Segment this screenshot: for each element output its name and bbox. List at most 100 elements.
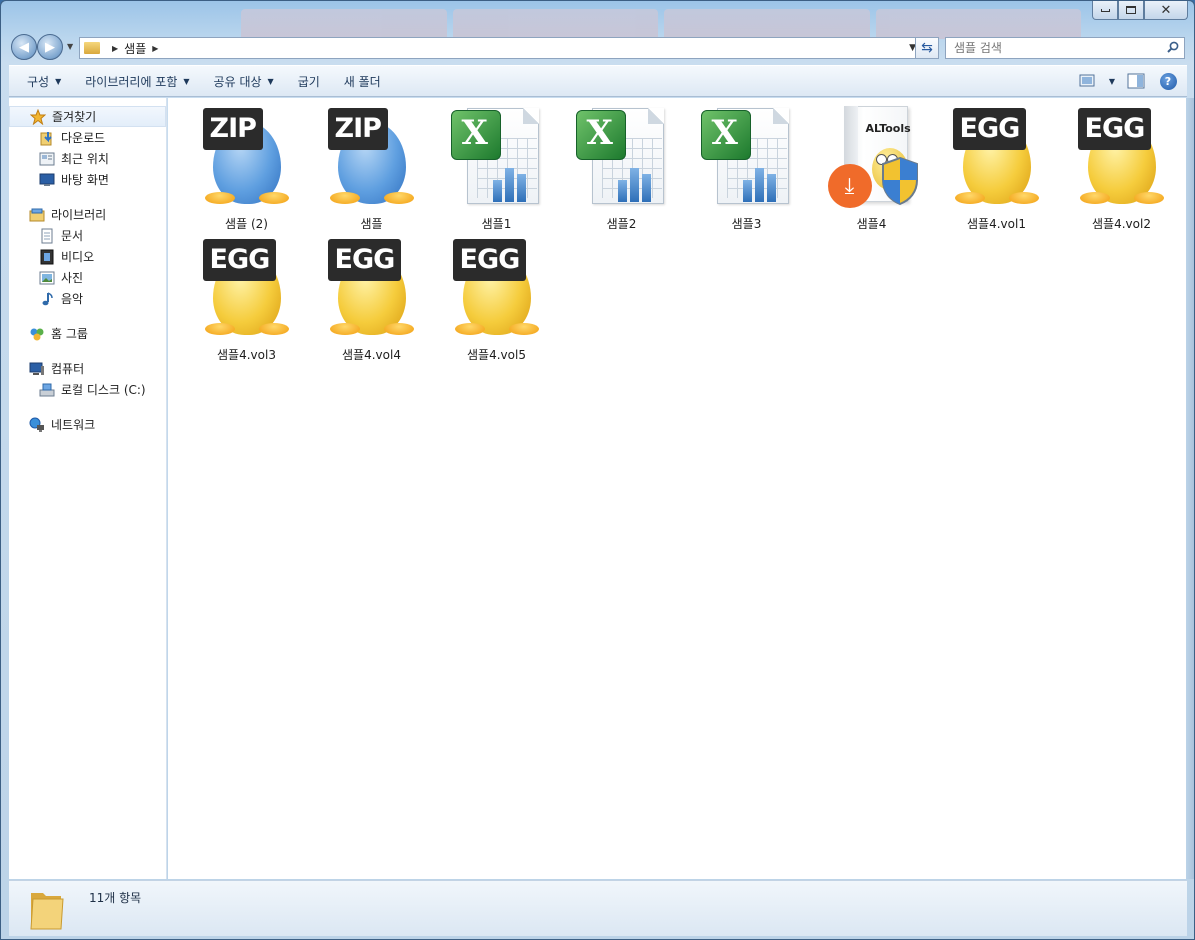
file-item[interactable]: X 샘플2 (559, 104, 684, 235)
excel-badge: X (575, 110, 626, 160)
breadcrumb-item[interactable]: 샘플 (124, 40, 146, 57)
new-folder-button[interactable]: 새 폴더 (332, 69, 393, 93)
file-item[interactable]: X 샘플1 (434, 104, 559, 235)
nav-recent-places[interactable]: 최근 위치 (9, 148, 166, 169)
close-icon: ✕ (1160, 2, 1172, 18)
nav-local-disk[interactable]: 로컬 디스크 (C:) (9, 379, 166, 400)
file-name: 샘플2 (606, 217, 637, 231)
nav-downloads[interactable]: 다운로드 (9, 127, 166, 148)
zip-archive-icon: ZIP (324, 104, 420, 210)
file-grid: ZIP 샘플 (2) ZIP 샘플 X 샘플1 X 샘플2 X 샘플3 ALTo… (184, 104, 1184, 366)
minimize-button[interactable] (1092, 1, 1118, 20)
search-box (945, 37, 1185, 59)
minimize-icon (1100, 8, 1110, 12)
nav-music-label: 음악 (61, 292, 84, 306)
nav-videos[interactable]: 비디오 (9, 246, 166, 267)
egg-archive-icon: EGG (324, 235, 420, 341)
excel-file-icon: X (574, 104, 670, 210)
file-item[interactable]: EGG 샘플4.vol5 (434, 235, 559, 366)
file-name: 샘플4.vol2 (1092, 217, 1151, 231)
file-item[interactable]: EGG 샘플4.vol2 (1059, 104, 1184, 235)
back-button[interactable]: ◀ (11, 34, 37, 60)
chevron-down-icon: ▼ (55, 76, 62, 86)
file-name: 샘플 (2) (225, 217, 268, 231)
close-button[interactable]: ✕ (1144, 1, 1188, 20)
organize-button[interactable]: 구성 ▼ (15, 69, 73, 93)
breadcrumb-chevron-icon[interactable]: ▶ (112, 44, 118, 53)
sheet-bar (641, 174, 651, 202)
star-icon (30, 108, 46, 125)
excel-file-icon: X (449, 104, 545, 210)
file-item[interactable]: X 샘플3 (684, 104, 809, 235)
view-icon (1079, 74, 1095, 87)
include-in-library-label: 라이브러리에 포함 (85, 74, 178, 89)
file-name: 샘플4.vol4 (342, 348, 401, 362)
search-input[interactable] (954, 41, 1154, 55)
nav-computer[interactable]: 컴퓨터 (9, 358, 166, 379)
folder-icon (30, 893, 64, 930)
sheet-bar (504, 168, 514, 202)
computer-group: 컴퓨터 로컬 디스크 (C:) (9, 358, 166, 400)
nav-recent-places-label: 최근 위치 (61, 152, 109, 166)
zip-archive-icon: ZIP (199, 104, 295, 210)
details-pane: 11개 항목 (9, 880, 1187, 936)
nav-favorites-label: 즐겨찾기 (52, 110, 97, 124)
window-right-border (1186, 98, 1194, 879)
file-item[interactable]: ZIP 샘플 (309, 104, 434, 235)
excel-file-icon: X (699, 104, 795, 210)
file-item[interactable]: EGG 샘플4.vol3 (184, 235, 309, 366)
refresh-icon: ⇆ (921, 40, 933, 56)
sheet-bar (617, 180, 627, 202)
file-item[interactable]: EGG 샘플4.vol1 (934, 104, 1059, 235)
help-button[interactable]: ? (1157, 70, 1179, 92)
address-bar[interactable]: ▶ 샘플 ▶ ▼ (79, 37, 939, 59)
nav-pictures[interactable]: 사진 (9, 267, 166, 288)
explorer-window: ✕ ◀ ▶ ▼ ▶ 샘플 ▶ ▼ ⇆ 구성▼ 라이브러리에 포함▼ 공 (0, 0, 1195, 940)
nav-favorites[interactable]: 즐겨찾기 (9, 106, 166, 127)
include-in-library-button[interactable]: 라이브러리에 포함 ▼ (73, 69, 201, 93)
search-icon[interactable] (1167, 41, 1179, 53)
file-type-badge: ZIP (202, 108, 263, 150)
desktop-icon (39, 172, 55, 188)
forward-button[interactable]: ▶ (37, 34, 63, 60)
nav-network[interactable]: 네트워크 (9, 414, 166, 435)
navigation-pane: 즐겨찾기 다운로드 최근 위치 바탕 화면 라이브러리 문서 비디오 사진 음악… (9, 98, 167, 879)
preview-pane-button[interactable] (1125, 70, 1147, 92)
maximize-button[interactable] (1118, 1, 1144, 20)
burn-button[interactable]: 굽기 (286, 69, 332, 93)
file-item[interactable]: ZIP 샘플 (2) (184, 104, 309, 235)
file-name: 샘플4.vol1 (967, 217, 1026, 231)
egg-foot (329, 323, 360, 335)
nav-documents-label: 문서 (61, 229, 84, 243)
file-item[interactable]: EGG 샘플4.vol4 (309, 235, 434, 366)
favorites-group: 즐겨찾기 다운로드 최근 위치 바탕 화면 (9, 106, 166, 190)
nav-music[interactable]: 음악 (9, 288, 166, 309)
egg-foot (258, 323, 289, 335)
navigation-bar: ◀ ▶ ▼ ▶ 샘플 ▶ ▼ ⇆ (9, 33, 1189, 63)
egg-foot (454, 323, 485, 335)
refresh-button[interactable]: ⇆ (915, 37, 939, 59)
change-view-button[interactable] (1077, 70, 1099, 92)
chevron-down-icon: ▼ (267, 76, 274, 86)
breadcrumb-chevron-icon[interactable]: ▶ (152, 44, 158, 53)
file-name: 샘플4 (856, 217, 887, 231)
computer-icon (29, 361, 45, 377)
nav-documents[interactable]: 문서 (9, 225, 166, 246)
nav-desktop[interactable]: 바탕 화면 (9, 169, 166, 190)
nav-homegroup[interactable]: 홈 그룹 (9, 323, 166, 344)
forward-arrow-icon: ▶ (45, 39, 55, 55)
egg-foot (954, 192, 985, 204)
nav-videos-label: 비디오 (61, 250, 95, 264)
file-type-badge: ZIP (327, 108, 388, 150)
file-item[interactable]: ALTools ⤓ 샘플4 (809, 104, 934, 235)
pictures-icon (39, 270, 55, 286)
egg-archive-icon: EGG (1074, 104, 1170, 210)
recent-pages-dropdown[interactable]: ▼ (67, 42, 73, 51)
file-name: 샘플1 (481, 217, 512, 231)
view-options-dropdown[interactable]: ▼ (1109, 77, 1115, 86)
share-with-button[interactable]: 공유 대상 ▼ (202, 69, 286, 93)
egg-archive-icon: EGG (949, 104, 1045, 210)
egg-foot (258, 192, 289, 204)
nav-libraries[interactable]: 라이브러리 (9, 204, 166, 225)
file-list-view[interactable]: ZIP 샘플 (2) ZIP 샘플 X 샘플1 X 샘플2 X 샘플3 ALTo… (168, 98, 1188, 879)
